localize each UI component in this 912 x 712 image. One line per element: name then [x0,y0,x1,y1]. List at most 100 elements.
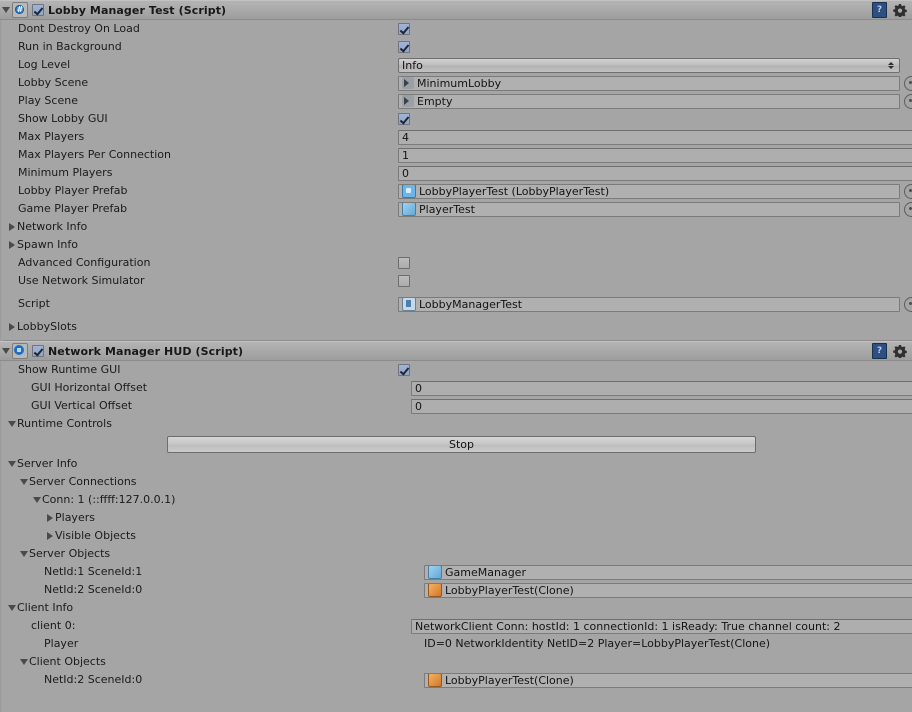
label-client-object-1: NetId:2 SceneId:0 [44,673,143,686]
label-dont-destroy-on-load: Dont Destroy On Load [18,22,140,35]
checkbox-show-lobby-gui[interactable] [398,113,410,125]
label-play-scene: Play Scene [18,94,78,107]
label-log-level: Log Level [18,58,71,71]
row-play-scene: Play Scene Empty [0,92,912,110]
component-header-icons-lobby-manager [872,1,907,19]
row-connection[interactable]: Conn: 1 (::ffff:127.0.0.1) [0,491,912,509]
label-minimum-players: Minimum Players [18,166,113,179]
chevron-down-icon[interactable] [18,479,29,485]
foldout-label-connection: Conn: 1 (::ffff:127.0.0.1) [42,493,176,506]
row-stop-button: Stop [0,433,912,455]
chevron-right-icon[interactable] [6,223,17,231]
label-run-in-background: Run in Background [18,40,122,53]
gear-icon[interactable] [893,344,907,358]
chevron-right-icon[interactable] [44,532,55,540]
row-max-players: Max Players 4 [0,128,912,146]
input-gui-vertical-offset-value: 0 [415,399,422,413]
objectfield-script[interactable]: LobbyManagerTest [398,296,900,312]
row-server-connections[interactable]: Server Connections [0,473,912,491]
foldout-label-spawn-info: Spawn Info [17,238,78,251]
help-book-icon[interactable] [872,2,887,18]
prefab-cube-orange-icon [428,673,442,687]
object-picker-lobby-player-prefab[interactable] [904,183,912,199]
row-client-info[interactable]: Client Info [0,599,912,617]
chevron-down-icon[interactable] [18,659,29,665]
objectfield-game-player-prefab[interactable]: PlayerTest [398,201,900,217]
prefab-cube-blue-icon [402,202,416,216]
row-log-level: Log Level Info [0,56,912,74]
row-dont-destroy-on-load: Dont Destroy On Load [0,20,912,38]
objectfield-game-player-prefab-value: PlayerTest [419,202,475,216]
dropdown-log-level-value: Info [402,58,423,72]
label-max-players: Max Players [18,130,85,143]
dropdown-log-level[interactable]: Info [398,57,900,73]
chevron-right-icon[interactable] [44,514,55,522]
component-header-network-manager-hud[interactable]: Network Manager HUD (Script) [0,341,912,361]
chevron-down-icon[interactable] [6,605,17,611]
input-gui-vertical-offset[interactable]: 0 [411,398,912,414]
checkbox-run-in-background[interactable] [398,41,410,53]
row-server-info[interactable]: Server Info [0,455,912,473]
component-foldout-arrow-network-hud[interactable] [0,342,11,360]
chevron-right-icon[interactable] [6,323,17,331]
row-players[interactable]: Players [0,509,912,527]
input-max-players-per-connection[interactable]: 1 [398,147,912,163]
component-foldout-arrow-lobby-manager[interactable] [0,1,11,19]
foldout-label-client-objects: Client Objects [29,655,106,668]
input-gui-horizontal-offset[interactable]: 0 [411,380,912,396]
row-lobby-scene: Lobby Scene MinimumLobby [0,74,912,92]
objectfield-server-object-1-value: GameManager [445,565,526,579]
objectfield-server-object-1[interactable]: GameManager [424,564,912,580]
checkbox-show-runtime-gui[interactable] [398,364,410,376]
row-client-0: client 0: NetworkClient Conn: hostId: 1 … [0,617,912,635]
input-minimum-players[interactable]: 0 [398,165,912,181]
label-script: Script [18,297,50,310]
chevron-down-icon[interactable] [18,551,29,557]
chevron-updown-icon [888,61,894,69]
chevron-right-icon[interactable] [6,241,17,249]
objectfield-lobby-player-prefab[interactable]: LobbyPlayerTest (LobbyPlayerTest) [398,183,900,199]
row-lobby-player-prefab: Lobby Player Prefab LobbyPlayerTest (Lob… [0,182,912,200]
row-gui-vertical-offset: GUI Vertical Offset 0 [0,397,912,415]
row-visible-objects[interactable]: Visible Objects [0,527,912,545]
label-client-0: client 0: [31,619,76,632]
objectfield-client-object-1[interactable]: LobbyPlayerTest(Clone) [424,672,912,688]
row-spawn-info[interactable]: Spawn Info [0,236,912,254]
row-network-info[interactable]: Network Info [0,218,912,236]
objectfield-lobby-scene[interactable]: MinimumLobby [398,75,900,91]
object-picker-lobby-scene[interactable] [904,75,912,91]
checkbox-dont-destroy-on-load[interactable] [398,23,410,35]
objectfield-server-object-2[interactable]: LobbyPlayerTest(Clone) [424,582,912,598]
label-lobby-player-prefab: Lobby Player Prefab [18,184,128,197]
chevron-down-icon[interactable] [31,497,42,503]
row-runtime-controls[interactable]: Runtime Controls [0,415,912,433]
component-title-network-hud: Network Manager HUD (Script) [48,344,244,358]
objectfield-lobby-player-prefab-value: LobbyPlayerTest (LobbyPlayerTest) [419,184,610,198]
objectfield-script-value: LobbyManagerTest [419,297,523,311]
objectfield-server-object-2-value: LobbyPlayerTest(Clone) [445,583,574,597]
component-enabled-checkbox-network-hud[interactable] [32,345,44,357]
component-header-icons-network-hud [872,342,907,360]
object-picker-play-scene[interactable] [904,93,912,109]
stop-button[interactable]: Stop [167,435,756,453]
row-client-player: Player ID=0 NetworkIdentity NetID=2 Play… [0,635,912,653]
gear-icon[interactable] [893,3,907,17]
help-book-icon[interactable] [872,343,887,359]
chevron-down-icon[interactable] [6,421,17,427]
checkbox-use-network-simulator[interactable] [398,275,410,287]
label-show-runtime-gui: Show Runtime GUI [18,363,121,376]
object-picker-script[interactable] [904,296,912,312]
row-client-objects[interactable]: Client Objects [0,653,912,671]
row-server-objects[interactable]: Server Objects [0,545,912,563]
chevron-down-icon[interactable] [6,461,17,467]
component-enabled-checkbox-lobby-manager[interactable] [32,4,44,16]
input-max-players[interactable]: 4 [398,129,912,145]
objectfield-play-scene[interactable]: Empty [398,93,900,109]
checkbox-advanced-configuration[interactable] [398,257,410,269]
object-picker-game-player-prefab[interactable] [904,201,912,217]
row-run-in-background: Run in Background [0,38,912,56]
row-advanced-configuration: Advanced Configuration [0,254,912,272]
row-lobby-slots[interactable]: LobbySlots [0,318,912,336]
input-max-players-per-connection-value: 1 [402,148,409,162]
component-header-lobby-manager-test[interactable]: Lobby Manager Test (Script) [0,0,912,20]
